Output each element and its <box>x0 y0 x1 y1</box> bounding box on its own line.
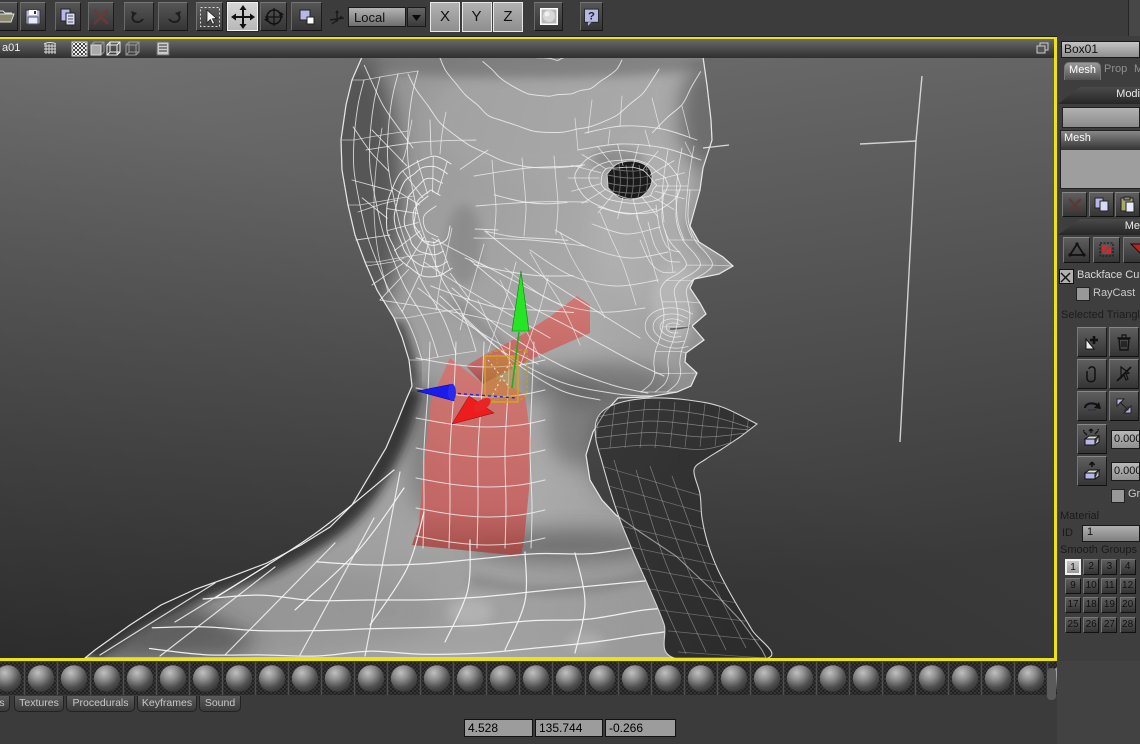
svg-text:?: ? <box>588 10 595 22</box>
